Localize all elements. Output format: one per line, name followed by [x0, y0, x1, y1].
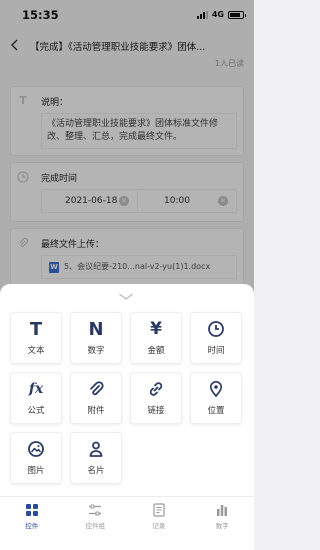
grid-icon [25, 504, 38, 516]
tab-label: 记录 [152, 522, 166, 530]
map-pin-icon [209, 381, 223, 398]
paperclip-icon [90, 381, 104, 396]
tab-label: 数字 [215, 522, 229, 530]
tab-label: 控件 [25, 522, 39, 530]
tile-label: 位置 [207, 406, 225, 416]
tab-controls[interactable]: 控件 [0, 497, 64, 550]
tile-label: 数字 [87, 346, 105, 356]
tile-card[interactable]: 名片 [70, 432, 122, 484]
document-icon [153, 503, 165, 517]
tab-bar: 控件 控件组 记录 数字 [0, 496, 254, 550]
tile-attachment[interactable]: 附件 [70, 372, 122, 424]
tile-location[interactable]: 位置 [190, 372, 242, 424]
text-icon: T [29, 318, 43, 340]
yen-icon: ¥ [150, 319, 162, 339]
tile-image[interactable]: 图片 [10, 432, 62, 484]
chevron-down-icon[interactable] [119, 293, 133, 301]
bar-chart-icon [217, 505, 228, 516]
tile-label: 名片 [87, 466, 105, 476]
tab-records[interactable]: 记录 [127, 497, 191, 550]
sliders-icon [89, 504, 102, 516]
tile-number[interactable]: N 数字 [70, 312, 122, 364]
formula-icon: fx [28, 381, 44, 397]
tile-label: 时间 [207, 346, 225, 356]
tile-label: 文本 [27, 346, 45, 356]
control-grid: T 文本 N 数字 ¥ 金额 时间 fx 公式 附件 链接 位置 图片 名片 [10, 312, 242, 484]
tile-label: 公式 [27, 406, 45, 416]
tab-label: 控件组 [85, 522, 106, 530]
person-icon [89, 441, 103, 457]
tile-amount[interactable]: ¥ 金额 [130, 312, 182, 364]
image-icon [28, 441, 44, 457]
tab-control-group[interactable]: 控件组 [64, 497, 128, 550]
tab-data[interactable]: 数字 [191, 497, 255, 550]
tile-label: 金额 [147, 346, 165, 356]
link-icon [149, 382, 163, 396]
number-icon: N [88, 318, 104, 340]
tile-link[interactable]: 链接 [130, 372, 182, 424]
tile-text[interactable]: T 文本 [10, 312, 62, 364]
tile-label: 图片 [27, 466, 45, 476]
tile-formula[interactable]: fx 公式 [10, 372, 62, 424]
tile-time[interactable]: 时间 [190, 312, 242, 364]
tile-label: 附件 [87, 406, 105, 416]
clock-icon [208, 321, 224, 337]
tile-label: 链接 [147, 406, 165, 416]
